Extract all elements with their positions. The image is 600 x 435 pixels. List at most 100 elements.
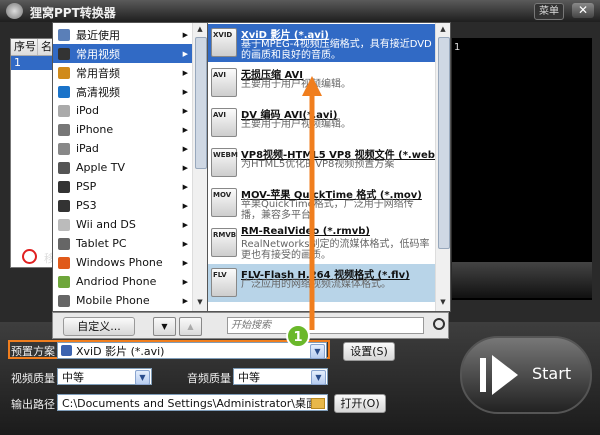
video-file-icon: XVID [211, 28, 237, 57]
psp-icon [58, 180, 70, 193]
scroll-down-icon[interactable]: ▼ [195, 298, 205, 309]
video-file-icon: WEBM [211, 148, 238, 177]
chevron-right-icon: ▶ [182, 277, 188, 286]
category-item[interactable]: 高清视频 ▶ [53, 82, 192, 101]
row-index: 1 [14, 56, 21, 69]
format-list: XVID XviD 影片 (*.avi) 基于MPEG-4视频压缩格式，具有接近DV… [207, 22, 451, 312]
format-item[interactable]: AVI 无损压缩 AVI 主要用于用户视频编辑。 [208, 64, 435, 102]
category-label: 常用音频 [76, 66, 120, 80]
audio-quality-select[interactable]: 中等 ▼ [233, 368, 328, 385]
ipod-icon [58, 104, 70, 117]
clock-icon [58, 28, 70, 41]
settings-button[interactable]: 设置(S) [343, 342, 395, 361]
panel-bottom-bar: 自定义... ▼ ▲ [52, 312, 449, 339]
output-path-field[interactable]: C:\Documents and Settings\Administrator\… [57, 394, 328, 411]
format-item[interactable]: XVID XviD 影片 (*.avi) 基于MPEG-4视频压缩格式，具有接近DV… [208, 24, 435, 62]
output-path-value: C:\Documents and Settings\Administrator\… [62, 397, 318, 410]
video-file-icon: RMVB [211, 228, 237, 257]
chevron-down-icon[interactable]: ▼ [135, 370, 150, 385]
chevron-right-icon: ▶ [182, 106, 188, 115]
video-file-icon: MOV [211, 188, 237, 217]
video-quality-select[interactable]: 中等 ▼ [57, 368, 152, 385]
open-button[interactable]: 打开(O) [334, 394, 386, 413]
chevron-right-icon: ▶ [182, 258, 188, 267]
scrollbar-thumb[interactable] [438, 37, 450, 249]
category-scrollbar[interactable]: ▲ ▼ [192, 23, 208, 311]
iphone-icon [58, 123, 70, 136]
category-item[interactable]: Windows Phone ▶ [53, 253, 192, 272]
category-list: 最近使用 ▶ 常用视频 ▶ 常用音频 ▶ 高清视频 ▶ iPod ▶ iPhone ▶ iPad ▶ App… [52, 22, 209, 312]
column-header-index[interactable]: 序号 [11, 39, 39, 55]
chevron-right-icon: ▶ [182, 296, 188, 305]
start-button[interactable]: Start [460, 336, 592, 414]
table-row[interactable]: 1 [11, 56, 58, 70]
app-logo-icon [6, 3, 23, 19]
app-title: 狸窝PPT转换器 [30, 6, 116, 20]
folder-icon[interactable] [311, 398, 325, 409]
play-arrow-icon [492, 355, 518, 395]
format-item[interactable]: MOV MOV-苹果 QuickTime 格式 (*.mov) 苹果QuickTim… [208, 184, 435, 222]
start-label: Start [532, 364, 572, 383]
film-icon [58, 47, 70, 60]
format-scrollbar[interactable]: ▲ ▼ [435, 23, 450, 311]
video-file-icon: FLV [211, 268, 237, 297]
format-tag: RMVB [213, 231, 237, 239]
category-item[interactable]: Andriod Phone ▶ [53, 272, 192, 291]
category-item[interactable]: 常用视频 ▶ [53, 44, 192, 63]
category-item[interactable]: 常用音频 ▶ [53, 63, 192, 82]
category-item[interactable]: iPod ▶ [53, 101, 192, 120]
format-tag: AVI [213, 71, 226, 79]
preset-select[interactable]: XviD 影片 (*.avi) ▼ [57, 342, 327, 359]
format-item[interactable]: FLV FLV-Flash H.264 视频格式 (*.flv) 广泛应用的网络视频… [208, 264, 435, 302]
close-button[interactable]: ✕ [572, 3, 594, 18]
chevron-right-icon: ▶ [182, 144, 188, 153]
category-item[interactable]: Apple TV ▶ [53, 158, 192, 177]
category-label: Mobile Phone [76, 294, 150, 307]
category-item[interactable]: Tablet PC ▶ [53, 234, 192, 253]
category-item[interactable]: 最近使用 ▶ [53, 25, 192, 44]
tablet-icon [58, 237, 70, 250]
format-description: 主要用于用户视频编辑。 [241, 79, 351, 90]
category-item[interactable]: iPad ▶ [53, 139, 192, 158]
format-tag: FLV [213, 271, 227, 279]
search-icon[interactable] [433, 318, 445, 330]
format-description: 为HTML5优化的VP8视频预置方案 [241, 159, 395, 170]
chevron-right-icon: ▶ [182, 220, 188, 229]
scroll-up-icon[interactable]: ▲ [195, 25, 205, 36]
chevron-right-icon: ▶ [182, 125, 188, 134]
android-icon [58, 275, 70, 288]
title-bar: 狸窝PPT转换器 菜单 ✕ [0, 0, 600, 22]
format-item[interactable]: WEBM VP8视频-HTML5 VP8 视频文件 (*.webm) 为HTML5优… [208, 144, 450, 182]
scroll-down-icon[interactable]: ▼ [438, 298, 448, 309]
format-tag: XVID [213, 31, 233, 39]
category-item[interactable]: PSP ▶ [53, 177, 192, 196]
custom-button[interactable]: 自定义... [63, 317, 135, 336]
chevron-down-icon[interactable]: ▼ [311, 370, 326, 385]
video-file-icon: AVI [211, 108, 237, 137]
mobile-phone-icon [58, 294, 70, 307]
category-item[interactable]: Wii and DS ▶ [53, 215, 192, 234]
audio-quality-value: 中等 [238, 371, 260, 384]
format-item[interactable]: RMVB RM-RealVideo (*.rmvb) RealNetworks制定的… [208, 224, 435, 262]
format-description: 苹果QuickTime格式，广泛用于网络传播，兼容多平台。 [241, 199, 414, 221]
category-label: Tablet PC [76, 237, 127, 250]
format-name: RM-RealVideo (*.rmvb) [241, 226, 370, 237]
chevron-down-icon[interactable]: ▼ [310, 344, 325, 359]
category-item[interactable]: iPhone ▶ [53, 120, 192, 139]
format-item[interactable]: AVI DV 编码 AVI(*.avi) 主要用于用户视频编辑。 [208, 104, 435, 142]
format-description: 基于MPEG-4视频压缩格式，具有接近DVD的画质和良好的音质。 [241, 39, 432, 61]
remove-icon[interactable] [22, 249, 37, 264]
format-tag: AVI [213, 111, 226, 119]
chevron-right-icon: ▶ [182, 49, 188, 58]
category-label: iPad [76, 142, 99, 155]
scroll-up-icon[interactable]: ▲ [438, 25, 448, 36]
search-input[interactable] [231, 319, 411, 332]
category-item[interactable]: PS3 ▶ [53, 196, 192, 215]
category-item[interactable]: Mobile Phone ▶ [53, 291, 192, 310]
scrollbar-thumb[interactable] [195, 37, 207, 169]
move-up-button[interactable]: ▲ [179, 317, 202, 336]
video-file-icon: AVI [211, 68, 237, 97]
menu-button[interactable]: 菜单 [534, 3, 564, 20]
chevron-right-icon: ▶ [182, 87, 188, 96]
move-down-button[interactable]: ▼ [153, 317, 176, 336]
